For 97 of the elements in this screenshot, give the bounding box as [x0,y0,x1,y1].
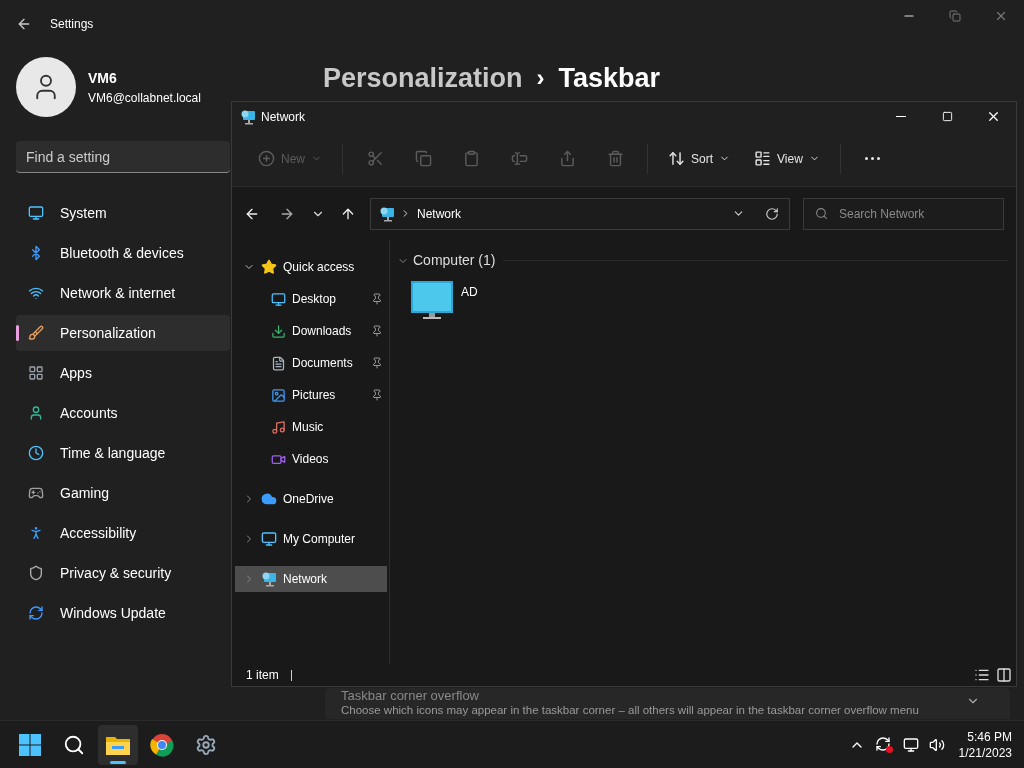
nav-item[interactable]: Bluetooth & devices [16,235,230,271]
browser-logo [150,732,174,757]
nav-item[interactable]: Gaming [16,475,230,511]
avatar [16,57,76,117]
status-text: 1 item [246,667,279,684]
star-icon [261,259,277,275]
file-explorer-button[interactable] [98,724,138,765]
minimize-icon [896,116,906,117]
cut-icon [366,150,384,167]
breadcrumb-separator: › [536,63,545,94]
tree-item[interactable]: Documents [235,350,387,376]
preview-view-icon[interactable] [996,667,1012,683]
share-icon [558,150,576,167]
delete-icon [606,150,624,167]
group-header[interactable]: Computer (1) [413,250,496,271]
tree-item[interactable]: Videos [235,446,387,472]
update-icon [28,605,44,621]
view-icon [754,150,772,167]
toolbar-button[interactable]: View [748,142,826,175]
active-indicator [110,760,126,764]
tree-item[interactable]: Downloads [235,318,387,344]
toolbar-button[interactable]: Sort [662,142,737,175]
tree-item[interactable]: My Computer [235,526,387,552]
download-icon [271,323,286,339]
network-icon [240,108,256,125]
pin-icon[interactable] [371,325,383,337]
address-path[interactable]: Network [417,204,461,223]
tree-item[interactable]: Music [235,414,387,440]
monitor-icon [261,531,277,547]
shield-icon [28,565,44,581]
clock[interactable]: 5:46 PM 1/21/2023 [958,728,1012,761]
volume-icon[interactable] [928,736,945,753]
more-icon [865,157,881,160]
accessibility-icon [28,525,44,541]
rename-icon [510,150,528,167]
monitor-icon [411,281,453,321]
picture-icon [271,387,286,403]
wifi-icon [28,285,44,301]
page-title: Taskbar [558,62,661,95]
settings-card[interactable]: Taskbar corner overflow Choose which icons may appear in the taskbar corner – all others will appear in the taskbar corner overflow menu [325,688,1010,719]
maximize-icon [941,111,953,122]
person-icon [28,405,44,421]
user-name: VM6 [88,68,118,88]
sort-icon [668,150,685,167]
selection-indicator [16,325,19,341]
nav-item[interactable]: Personalization [16,315,230,351]
close-icon [994,9,1008,23]
copy-icon [414,150,432,167]
pin-icon[interactable] [371,389,383,401]
pin-icon[interactable] [371,357,383,369]
pin-icon[interactable] [371,293,383,305]
tree-item[interactable]: Quick access [235,254,387,280]
window-title: Network [261,108,305,126]
refresh-icon[interactable] [765,206,779,221]
card-description: Choose which icons may appear in the taskbar corner – all others will appear in the taskbar corner overflow menu [341,703,919,718]
paste-icon [462,150,480,167]
details-view-icon[interactable] [974,667,990,683]
desktop-icon [271,291,286,307]
tree-item[interactable]: OneDrive [235,486,387,512]
tree-item[interactable]: Network [235,566,387,592]
music-icon [271,419,286,435]
nav-item[interactable]: Apps [16,355,230,391]
tree-item[interactable]: Pictures [235,382,387,408]
restore-icon [949,10,961,22]
brush-icon [28,325,44,341]
nav-item[interactable]: Privacy & security [16,555,230,591]
nav-item[interactable]: Network & internet [16,275,230,311]
sync-icon[interactable] [874,735,893,754]
monitor-icon [28,205,44,221]
nav-item[interactable]: System [16,195,230,231]
nav-item[interactable]: Windows Update [16,595,230,631]
search-field[interactable]: Search Network [803,197,1004,230]
windows-logo [19,733,41,756]
settings-icon [195,733,217,756]
nav-item[interactable]: Accounts [16,395,230,431]
search-icon [815,207,828,220]
plus-icon [258,150,275,167]
breadcrumb-parent[interactable]: Personalization [323,58,523,99]
nav-item[interactable]: Accessibility [16,515,230,551]
address-bar[interactable]: Network [370,197,790,230]
network-status-icon[interactable] [902,736,919,753]
card-title: Taskbar corner overflow [341,688,480,703]
apps-grid-icon [28,365,44,381]
search-field[interactable]: Find a setting [16,141,230,173]
computer-item[interactable]: AD [411,281,571,321]
gamepad-icon [28,485,44,501]
clock-icon [28,445,44,461]
search-icon [63,733,85,756]
nav-item[interactable]: Time & language [16,435,230,471]
user-email: VM6@collabnet.local [88,89,201,107]
network-icon [379,205,395,222]
back-icon[interactable] [16,16,32,32]
window-title: Settings [50,16,94,33]
tree-item[interactable]: Desktop [235,286,387,312]
document-icon [271,355,286,371]
cloud-icon [261,491,277,507]
network-icon [261,571,277,587]
